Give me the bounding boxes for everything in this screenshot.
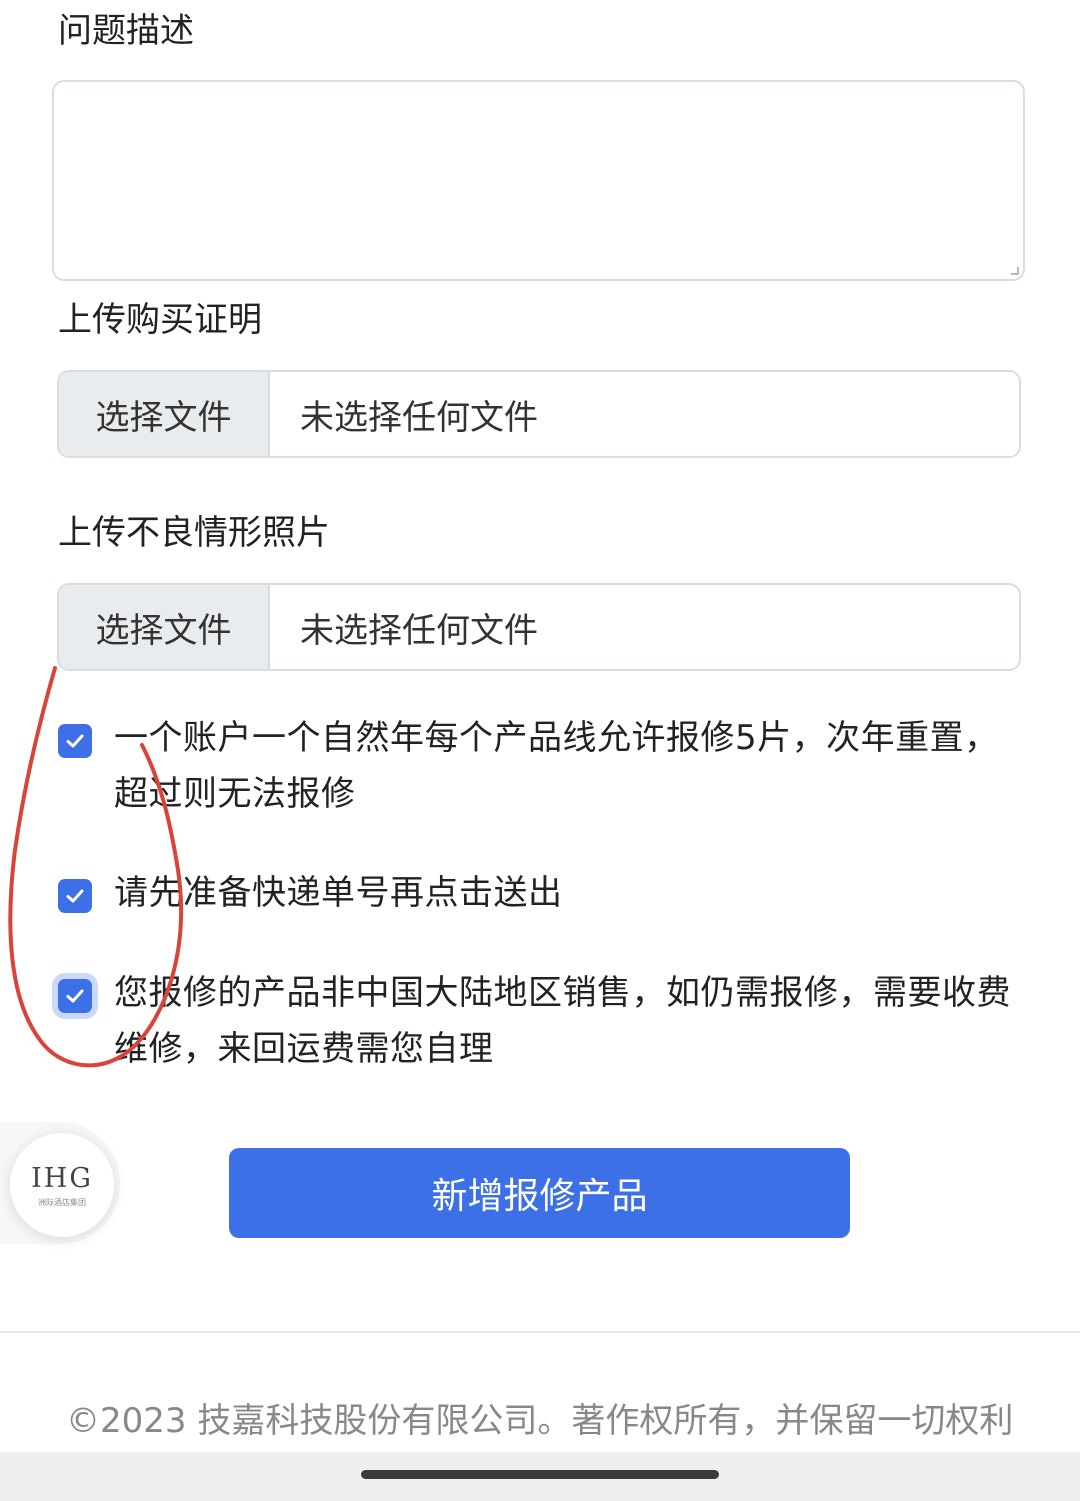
tracking-number-row[interactable]: 请先准备快递单号再点击送出: [58, 873, 1028, 921]
non-mainland-agreement-checkbox[interactable]: [58, 979, 92, 1013]
checkmark-icon: [66, 734, 84, 748]
tracking-number-checkbox[interactable]: [58, 879, 92, 913]
copyright-text: ©2023 技嘉科技股份有限公司。著作权所有，并保留一切权利: [66, 1401, 1014, 1441]
purchase-proof-choose-file-button[interactable]: 选择文件: [59, 372, 270, 456]
resize-grip-icon[interactable]: [1011, 267, 1019, 275]
non-mainland-agreement-row[interactable]: 您报修的产品非中国大陆地区销售，如仍需报修，需要收费维修，来回运费需您自理: [58, 973, 1028, 1077]
checkmark-icon: [66, 889, 84, 903]
description-textarea[interactable]: [52, 80, 1025, 281]
checkmark-icon: [66, 989, 84, 1003]
footer-divider: [0, 1331, 1080, 1333]
defect-photo-choose-file-button[interactable]: 选择文件: [59, 585, 270, 669]
purchase-proof-file-status: 未选择任何文件: [300, 397, 538, 438]
tracking-number-text: 请先准备快递单号再点击送出: [114, 873, 563, 913]
description-label: 问题描述: [58, 11, 194, 51]
add-repair-product-button[interactable]: 新增报修产品: [229, 1148, 850, 1238]
defect-photo-file-input[interactable]: 选择文件 未选择任何文件: [57, 583, 1021, 671]
quota-agreement-row[interactable]: 一个账户一个自然年每个产品线允许报修5片，次年重置，超过则无法报修: [58, 718, 1028, 822]
purchase-proof-label: 上传购买证明: [58, 300, 262, 340]
quota-agreement-text: 一个账户一个自然年每个产品线允许报修5片，次年重置，超过则无法报修: [114, 718, 999, 814]
home-indicator[interactable]: [361, 1470, 719, 1479]
defect-photo-file-status: 未选择任何文件: [300, 610, 538, 651]
ihg-logo-badge[interactable]: IHG 洲际酒店集团: [10, 1133, 114, 1237]
purchase-proof-file-input[interactable]: 选择文件 未选择任何文件: [57, 370, 1021, 458]
ihg-logo: IHG: [31, 1162, 93, 1194]
quota-agreement-checkbox[interactable]: [58, 724, 92, 758]
non-mainland-agreement-text: 您报修的产品非中国大陆地区销售，如仍需报修，需要收费维修，来回运费需您自理: [114, 973, 1011, 1069]
defect-photo-label: 上传不良情形照片: [58, 513, 330, 553]
ihg-logo-subtext: 洲际酒店集团: [38, 1197, 86, 1207]
